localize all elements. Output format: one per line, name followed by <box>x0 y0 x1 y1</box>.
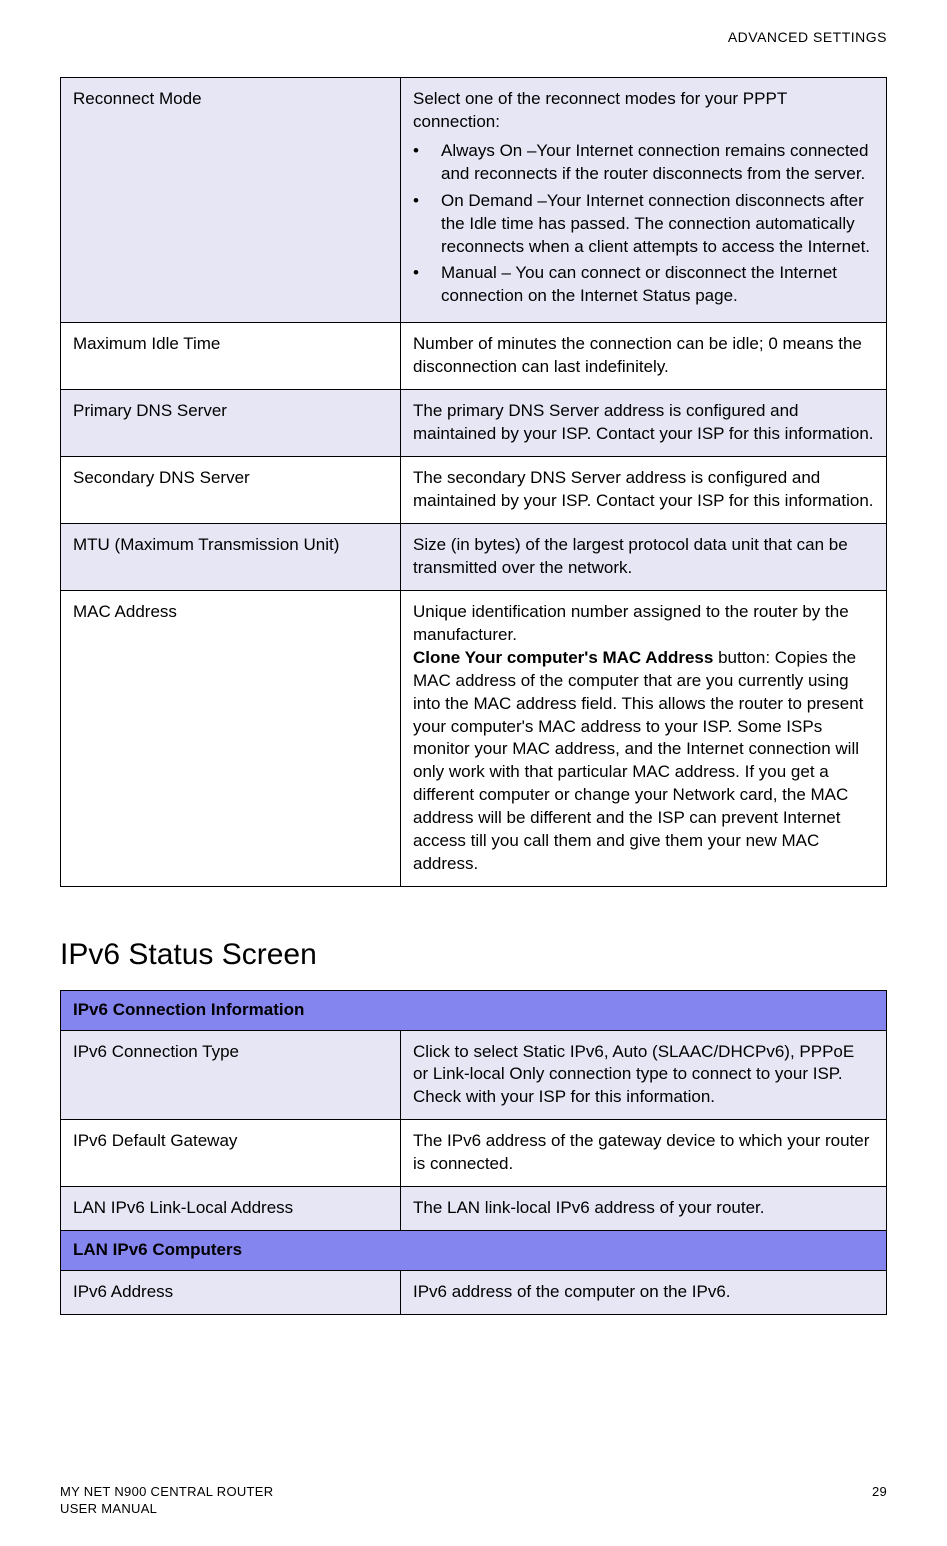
page-number: 29 <box>872 1483 887 1518</box>
table-row: Secondary DNS Server The secondary DNS S… <box>61 457 887 524</box>
section-header: IPv6 Connection Information <box>61 990 887 1030</box>
ipv6-heading: IPv6 Status Screen <box>60 935 887 976</box>
bold-text: Clone Your computer's MAC Address <box>413 648 713 667</box>
row-description: Click to select Static IPv6, Auto (SLAAC… <box>401 1030 887 1120</box>
row-description: The LAN link-local IPv6 address of your … <box>401 1187 887 1231</box>
table-row: IPv6 Connection Type Click to select Sta… <box>61 1030 887 1120</box>
table-row: IPv6 Default Gateway The IPv6 address of… <box>61 1120 887 1187</box>
row-label: MAC Address <box>61 590 401 886</box>
bullet-text: On Demand –Your Internet connection disc… <box>441 190 874 259</box>
footer-line2: USER MANUAL <box>60 1500 273 1518</box>
row-label: IPv6 Connection Type <box>61 1030 401 1120</box>
row-description: The primary DNS Server address is config… <box>401 390 887 457</box>
bullet-text: Manual – You can connect or disconnect t… <box>441 262 874 308</box>
row-label: MTU (Maximum Transmission Unit) <box>61 523 401 590</box>
table-row: MTU (Maximum Transmission Unit) Size (in… <box>61 523 887 590</box>
footer-left: MY NET N900 CENTRAL ROUTER USER MANUAL <box>60 1483 273 1518</box>
list-item: •On Demand –Your Internet connection dis… <box>413 190 874 259</box>
row-label: LAN IPv6 Link-Local Address <box>61 1187 401 1231</box>
table-row: LAN IPv6 Link-Local Address The LAN link… <box>61 1187 887 1231</box>
table-row: IPv6 Address IPv6 address of the compute… <box>61 1271 887 1315</box>
row-label: IPv6 Default Gateway <box>61 1120 401 1187</box>
table-row: Primary DNS Server The primary DNS Serve… <box>61 390 887 457</box>
row-description: Size (in bytes) of the largest protocol … <box>401 523 887 590</box>
desc-intro: Select one of the reconnect modes for yo… <box>413 88 874 134</box>
footer-line1: MY NET N900 CENTRAL ROUTER <box>60 1483 273 1501</box>
row-description: Number of minutes the connection can be … <box>401 323 887 390</box>
table-row: Maximum Idle Time Number of minutes the … <box>61 323 887 390</box>
settings-table-1: Reconnect Mode Select one of the reconne… <box>60 77 887 887</box>
row-label: Reconnect Mode <box>61 77 401 322</box>
section-header-row: IPv6 Connection Information <box>61 990 887 1030</box>
row-description: The IPv6 address of the gateway device t… <box>401 1120 887 1187</box>
section-header: LAN IPv6 Computers <box>61 1231 887 1271</box>
table-row: Reconnect Mode Select one of the reconne… <box>61 77 887 322</box>
row-description: The secondary DNS Server address is conf… <box>401 457 887 524</box>
row-description: IPv6 address of the computer on the IPv6… <box>401 1271 887 1315</box>
row-description: Select one of the reconnect modes for yo… <box>401 77 887 322</box>
table-row: MAC Address Unique identification number… <box>61 590 887 886</box>
desc-after-bold: button: Copies the MAC address of the co… <box>413 648 863 873</box>
row-label: Secondary DNS Server <box>61 457 401 524</box>
row-label: Maximum Idle Time <box>61 323 401 390</box>
desc-p1: Unique identification number assigned to… <box>413 601 874 647</box>
row-label: Primary DNS Server <box>61 390 401 457</box>
row-label: IPv6 Address <box>61 1271 401 1315</box>
bullet-text: Always On –Your Internet connection rema… <box>441 140 874 186</box>
desc-p2: Clone Your computer's MAC Address button… <box>413 647 874 876</box>
row-description: Unique identification number assigned to… <box>401 590 887 886</box>
list-item: •Manual – You can connect or disconnect … <box>413 262 874 308</box>
page-header-section: ADVANCED SETTINGS <box>60 28 887 47</box>
list-item: •Always On –Your Internet connection rem… <box>413 140 874 186</box>
section-header-row: LAN IPv6 Computers <box>61 1231 887 1271</box>
bullet-list: •Always On –Your Internet connection rem… <box>413 140 874 309</box>
page-footer: MY NET N900 CENTRAL ROUTER USER MANUAL 2… <box>60 1483 887 1518</box>
ipv6-table: IPv6 Connection Information IPv6 Connect… <box>60 990 887 1315</box>
